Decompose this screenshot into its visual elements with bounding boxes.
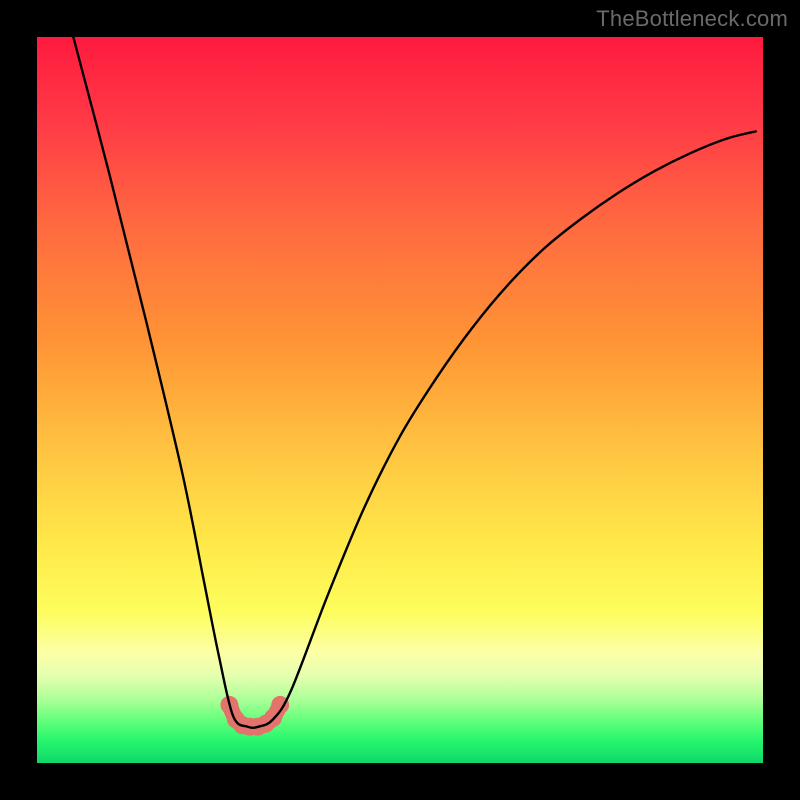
bottleneck-curve	[73, 37, 755, 728]
chart-area	[37, 37, 763, 763]
outer-frame: TheBottleneck.com	[0, 0, 800, 800]
marker-layer	[220, 696, 289, 736]
chart-svg	[37, 37, 763, 763]
watermark-text: TheBottleneck.com	[596, 6, 788, 32]
